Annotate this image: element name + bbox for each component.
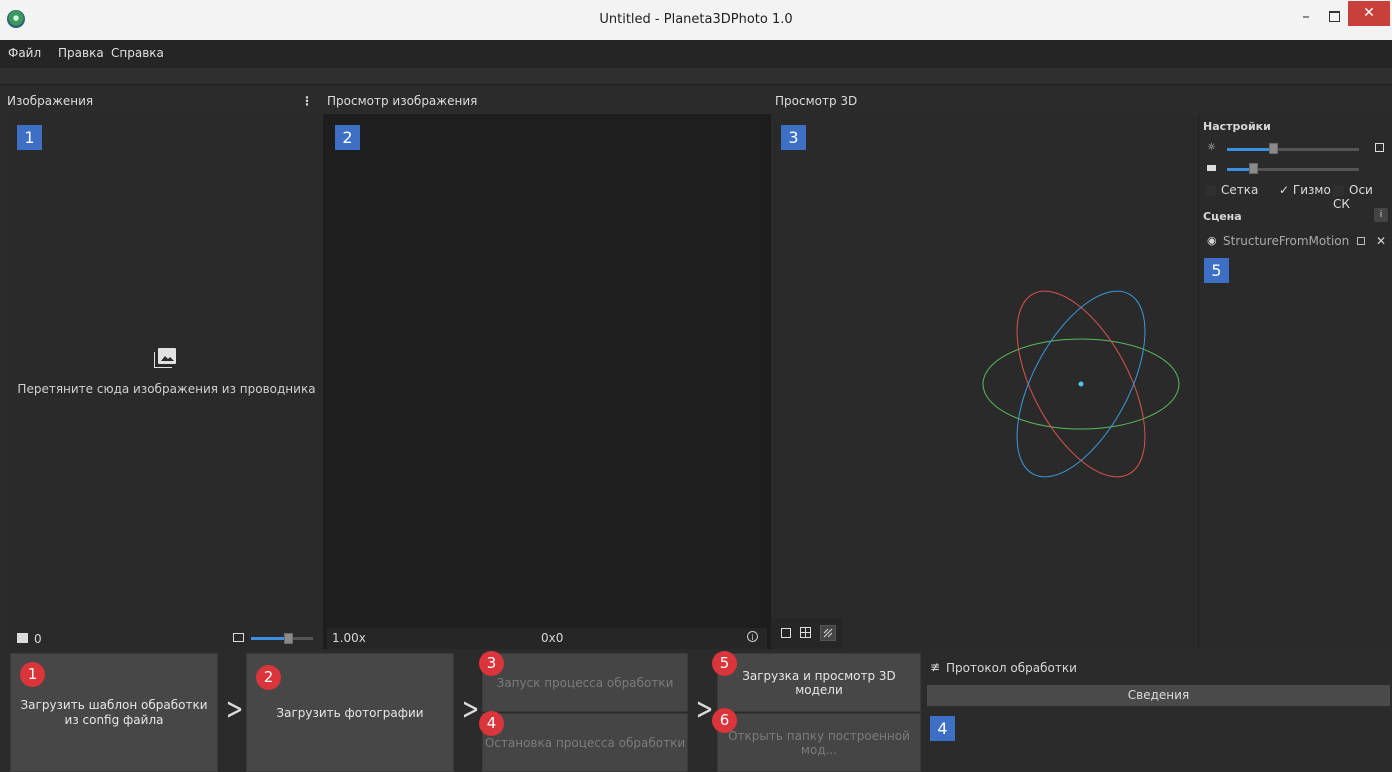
log-tab-details[interactable]: Сведения [927, 685, 1390, 706]
view3d-panel-title: Просмотр 3D [775, 94, 858, 108]
orbit-center [1078, 381, 1084, 387]
camera-scale-thumb[interactable] [1249, 163, 1258, 174]
load-3d-model-label: Загрузка и просмотр 3D модели [742, 668, 896, 697]
menu-file[interactable]: Файл [8, 46, 41, 60]
stop-processing-label: Остановка процесса обработки [484, 735, 686, 750]
chevron-right-icon: > [695, 692, 714, 727]
start-processing-label: Запуск процесса обработки [496, 675, 674, 690]
toolbar-strip [0, 67, 1392, 85]
step-badge-3: 3 [479, 651, 504, 676]
close-button[interactable]: ✕ [1348, 1, 1390, 26]
images-panel-header: Изображения ⋮ [0, 86, 323, 112]
axes-checkbox[interactable]: Оси СК [1333, 183, 1392, 211]
gizmo-label: Гизмо [1292, 183, 1331, 197]
images-footer: 0 [10, 628, 323, 649]
step-badge-2: 2 [256, 665, 281, 690]
solid-view-icon[interactable] [781, 628, 791, 638]
log-icon: ≢ [930, 660, 941, 674]
point-size-thumb[interactable] [1269, 143, 1278, 154]
remove-item-icon[interactable]: ✕ [1376, 234, 1386, 248]
grid-checkbox[interactable]: Сетка [1205, 183, 1258, 197]
preview-footer: 1.00x 0x0 i [327, 628, 767, 649]
log-badge: 4 [930, 716, 955, 741]
gizmo-checkbox[interactable]: ✓ Гизмо [1279, 183, 1331, 197]
preview-badge: 2 [335, 125, 360, 150]
processing-log-panel: ≢ Протокол обработки [924, 652, 1392, 772]
step-badge-6: 6 [712, 708, 737, 733]
title-bar: Untitled - Planeta3DPhoto 1.0 – ✕ [0, 0, 1392, 40]
scene-badge: 5 [1204, 258, 1229, 283]
drop-hint: Перетяните сюда изображения из проводник… [17, 382, 316, 396]
load-3d-model-button[interactable]: Загрузка и просмотр 3D модели [717, 653, 921, 712]
info-icon[interactable]: i [747, 631, 758, 642]
settings-panel: Настройки ☼ Сетка ✓ Гизмо Оси СК Сцена i… [1198, 114, 1392, 649]
axes-check-box [1333, 185, 1344, 196]
grid-check-box [1205, 185, 1216, 196]
minimize-button[interactable]: – [1291, 6, 1321, 28]
point-size-fill [1227, 148, 1273, 151]
zoom-level: 1.00x [332, 631, 366, 645]
window-title: Untitled - Planeta3DPhoto 1.0 [599, 12, 793, 27]
menu-help[interactable]: Справка [111, 46, 164, 60]
start-processing-button[interactable]: Запуск процесса обработки [482, 653, 688, 712]
image-count-icon [17, 633, 28, 643]
image-count: 0 [34, 632, 42, 646]
visibility-eye-icon[interactable]: ◉ [1207, 234, 1217, 247]
chevron-right-icon: > [225, 692, 244, 727]
focus-icon[interactable] [1357, 237, 1365, 245]
images-panel[interactable]: 1 Перетяните сюда изображения из проводн… [10, 114, 323, 628]
images-badge: 1 [17, 125, 42, 150]
load-photos-label: Загрузить фотографии [276, 705, 424, 720]
grid-label: Сетка [1221, 183, 1259, 197]
preview-panel-header: Просмотр изображения [320, 86, 770, 112]
scene-item-name: StructureFromMotion [1223, 234, 1350, 248]
view3d-panel[interactable]: 3 [771, 114, 1197, 649]
thumbnail-size-fill [251, 637, 288, 640]
step-badge-4: 4 [479, 711, 504, 736]
chevron-right-icon: > [461, 692, 480, 727]
textured-view-icon[interactable] [820, 625, 836, 641]
menu-edit[interactable]: Правка [58, 46, 104, 60]
thumbnail-size-thumb[interactable] [284, 633, 293, 644]
fit-view-icon[interactable] [1375, 143, 1384, 152]
scene-info-icon[interactable]: i [1374, 208, 1388, 222]
load-config-label: Загрузить шаблон обработки из config фай… [20, 697, 208, 727]
image-size: 0x0 [541, 631, 564, 645]
grid-view-icon[interactable] [800, 627, 811, 638]
orbit-gizmo [982, 290, 1180, 478]
open-model-folder-button[interactable]: Открыть папку построенной мод... [717, 713, 921, 772]
maximize-button[interactable] [1321, 6, 1348, 28]
view3d-panel-header: Просмотр 3D [768, 86, 1392, 112]
settings-title: Настройки [1203, 120, 1271, 133]
brightness-icon: ☼ [1207, 142, 1216, 153]
thumbnail-size-icon [233, 633, 244, 642]
scene-item[interactable]: ◉ StructureFromMotion ✕ [1199, 232, 1392, 252]
image-gallery-icon [153, 348, 176, 369]
images-panel-title: Изображения [7, 94, 94, 108]
step-badge-5: 5 [712, 651, 737, 676]
more-options-icon[interactable]: ⋮ [301, 86, 313, 116]
image-preview-panel[interactable]: 2 [327, 114, 767, 628]
stop-processing-button[interactable]: Остановка процесса обработки [482, 713, 688, 772]
view3d-badge: 3 [781, 125, 806, 150]
gizmo-check-icon: ✓ [1279, 183, 1290, 197]
menu-bar: Файл Правка Справка [0, 40, 1392, 67]
view-mode-toolbar [771, 619, 843, 649]
maximize-icon [1329, 11, 1340, 22]
scene-title: Сцена [1203, 210, 1242, 223]
camera-icon [1207, 165, 1216, 171]
preview-panel-title: Просмотр изображения [327, 94, 478, 108]
log-title: Протокол обработки [946, 661, 1077, 675]
step-badge-1: 1 [20, 662, 45, 687]
open-model-folder-label: Открыть папку построенной мод... [728, 728, 910, 757]
